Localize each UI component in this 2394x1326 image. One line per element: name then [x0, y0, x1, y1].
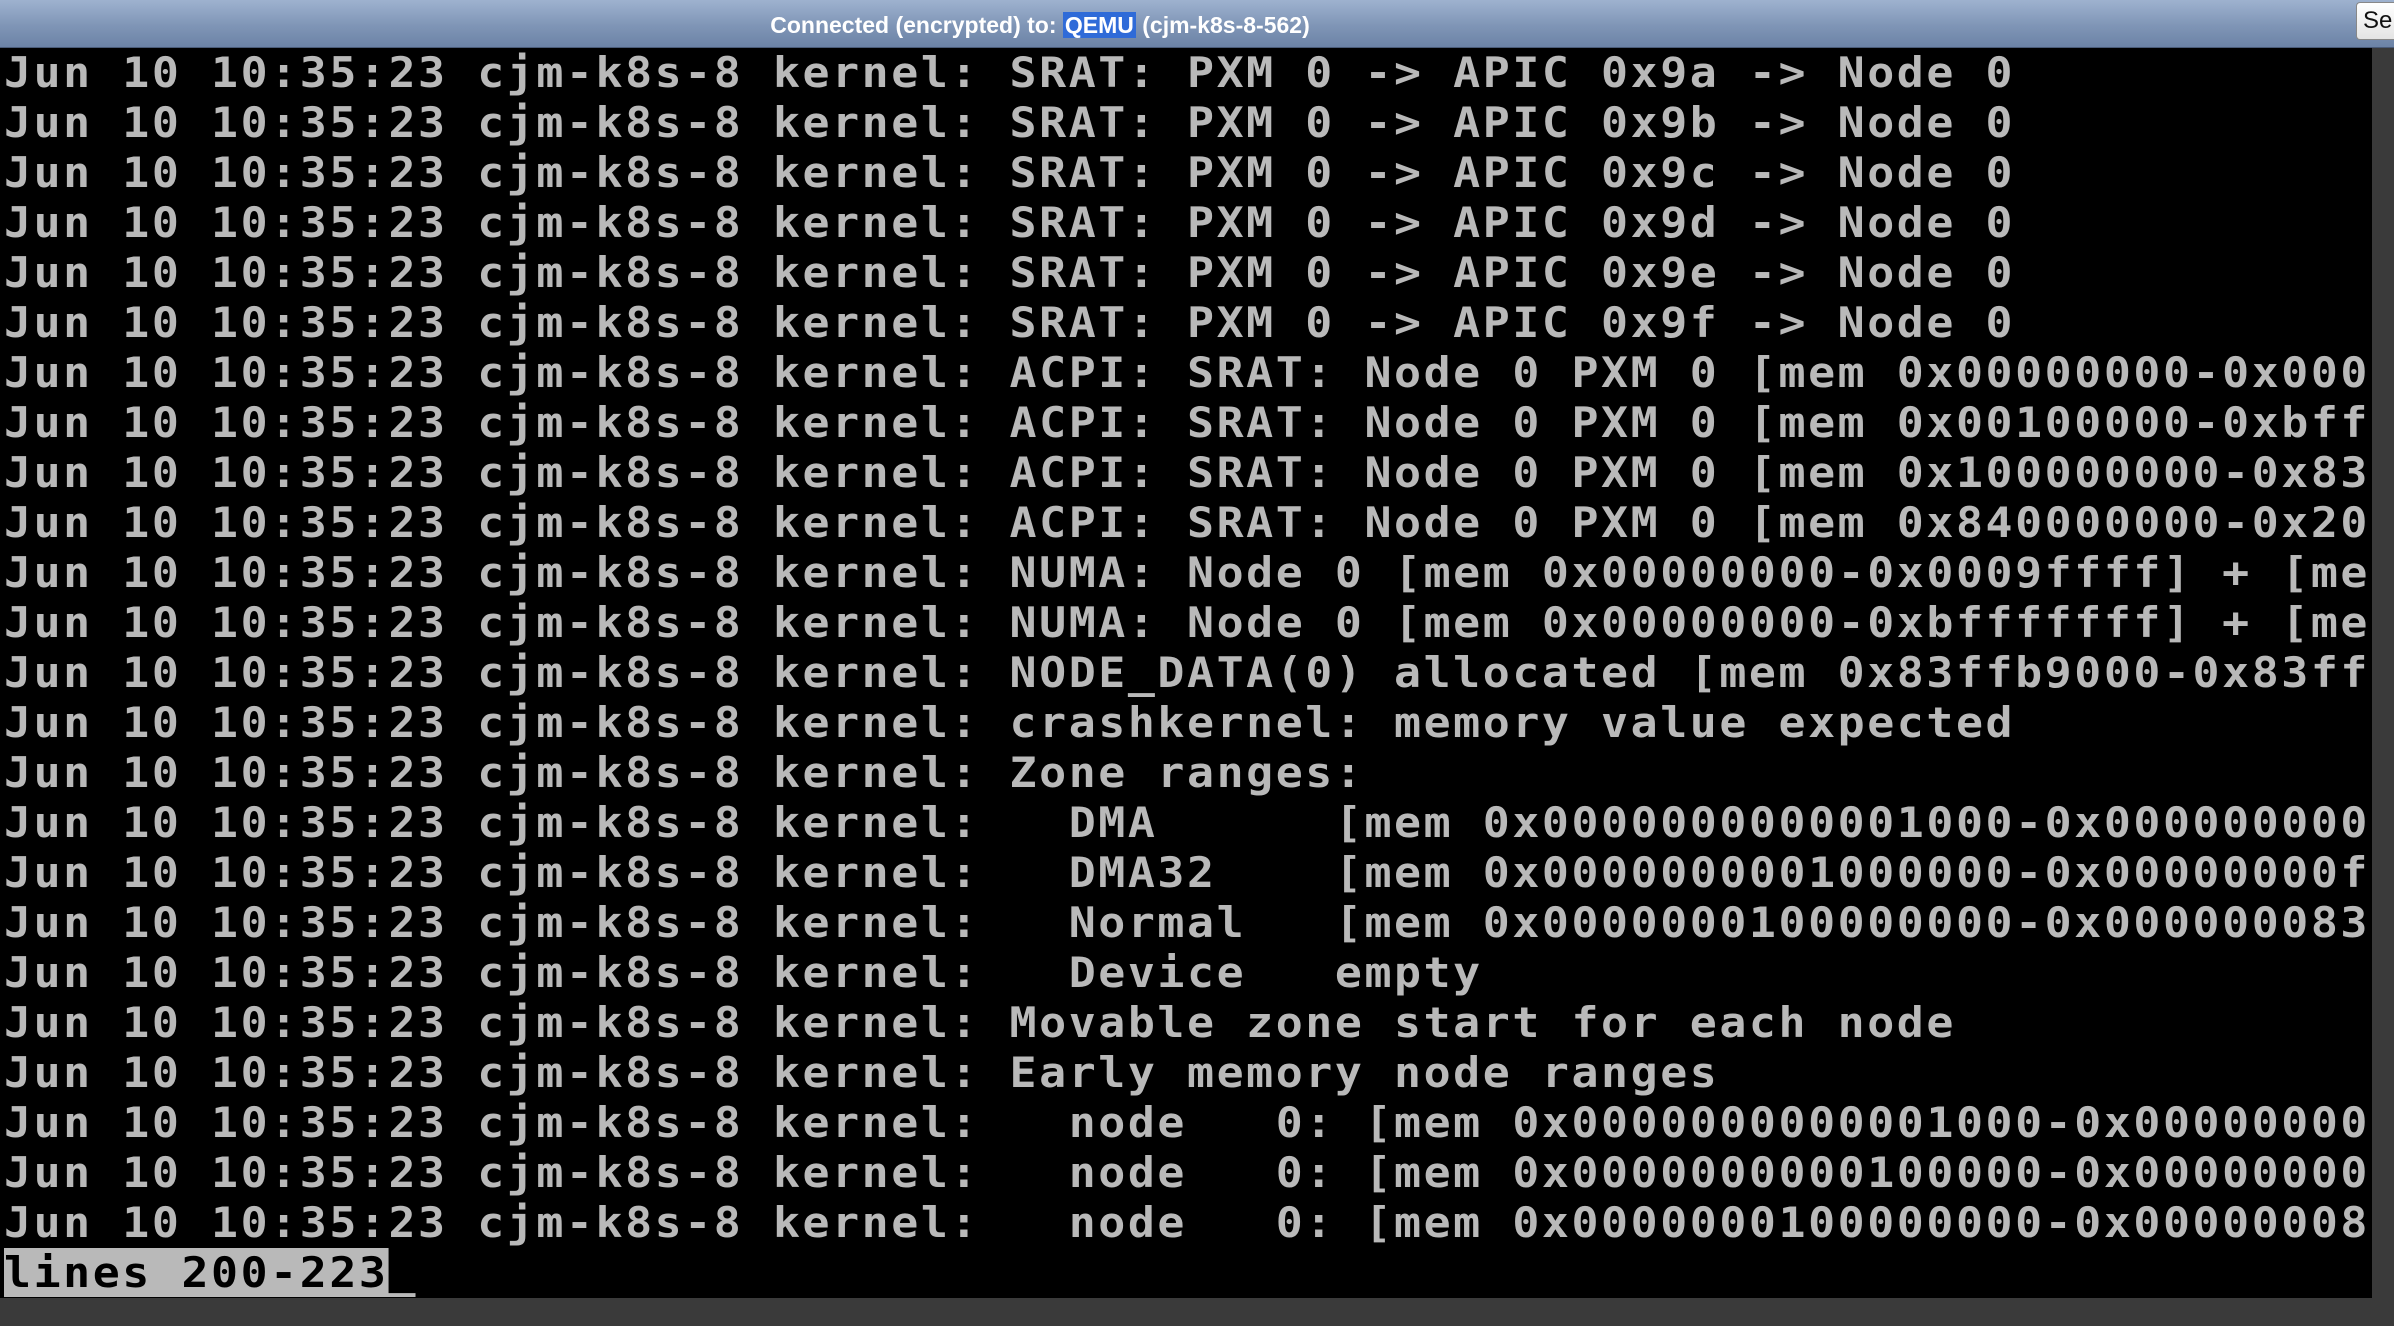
connection-prefix: Connected (encrypted) to: [770, 12, 1063, 38]
console-line: Jun 10 10:35:23 cjm-k8s-8 kernel: Early … [4, 1048, 1720, 1097]
console-line: Jun 10 10:35:23 cjm-k8s-8 kernel: ACPI: … [4, 448, 2370, 497]
connection-title: Connected (encrypted) to: QEMU (cjm-k8s-… [0, 0, 2080, 48]
console-line: Jun 10 10:35:23 cjm-k8s-8 kernel: SRAT: … [4, 298, 2016, 347]
pager-status-line: lines 200-223_ [4, 1248, 2370, 1298]
right-edge [2372, 48, 2394, 1298]
console-line: Jun 10 10:35:23 cjm-k8s-8 kernel: NUMA: … [4, 548, 2370, 597]
console-line: Jun 10 10:35:23 cjm-k8s-8 kernel: Device… [4, 948, 1483, 997]
console-line: Jun 10 10:35:23 cjm-k8s-8 kernel: node 0… [4, 1098, 2370, 1147]
console-line: Jun 10 10:35:23 cjm-k8s-8 kernel: DMA [m… [4, 798, 2370, 847]
console-line: Jun 10 10:35:23 cjm-k8s-8 kernel: Normal… [4, 898, 2370, 947]
pager-status: lines 200-223 [4, 1248, 389, 1297]
console-line: Jun 10 10:35:23 cjm-k8s-8 kernel: SRAT: … [4, 98, 2016, 147]
console-line: Jun 10 10:35:23 cjm-k8s-8 kernel: SRAT: … [4, 248, 2016, 297]
send-keys-button[interactable]: Se [2356, 2, 2394, 40]
console-line: Jun 10 10:35:23 cjm-k8s-8 kernel: NUMA: … [4, 598, 2370, 647]
console-line: Jun 10 10:35:23 cjm-k8s-8 kernel: ACPI: … [4, 498, 2370, 547]
console-line: Jun 10 10:35:23 cjm-k8s-8 kernel: crashk… [4, 698, 2016, 747]
console-line: Jun 10 10:35:23 cjm-k8s-8 kernel: node 0… [4, 1148, 2370, 1197]
console-line: Jun 10 10:35:23 cjm-k8s-8 kernel: SRAT: … [4, 148, 2016, 197]
bottom-edge [0, 1298, 2394, 1326]
connection-host: QEMU [1062, 12, 1136, 38]
console-line: Jun 10 10:35:23 cjm-k8s-8 kernel: NODE_D… [4, 648, 2370, 697]
console-line: Jun 10 10:35:23 cjm-k8s-8 kernel: ACPI: … [4, 348, 2370, 397]
connection-suffix: (cjm-k8s-8-562) [1135, 12, 1310, 38]
console-line: Jun 10 10:35:23 cjm-k8s-8 kernel: DMA32 … [4, 848, 2370, 897]
console-line: Jun 10 10:35:23 cjm-k8s-8 kernel: node 0… [4, 1198, 2370, 1247]
console-line: Jun 10 10:35:23 cjm-k8s-8 kernel: SRAT: … [4, 198, 2016, 247]
console-screen[interactable]: Jun 10 10:35:23 cjm-k8s-8 kernel: SRAT: … [0, 48, 2372, 1298]
connection-bar: Connected (encrypted) to: QEMU (cjm-k8s-… [0, 0, 2394, 48]
console-output: Jun 10 10:35:23 cjm-k8s-8 kernel: SRAT: … [4, 48, 2370, 1298]
text-cursor: _ [388, 1248, 419, 1297]
console-line: Jun 10 10:35:23 cjm-k8s-8 kernel: SRAT: … [4, 48, 2016, 97]
console-line: Jun 10 10:35:23 cjm-k8s-8 kernel: Zone r… [4, 748, 1365, 797]
console-line: Jun 10 10:35:23 cjm-k8s-8 kernel: ACPI: … [4, 398, 2370, 447]
console-line: Jun 10 10:35:23 cjm-k8s-8 kernel: Movabl… [4, 998, 1956, 1047]
